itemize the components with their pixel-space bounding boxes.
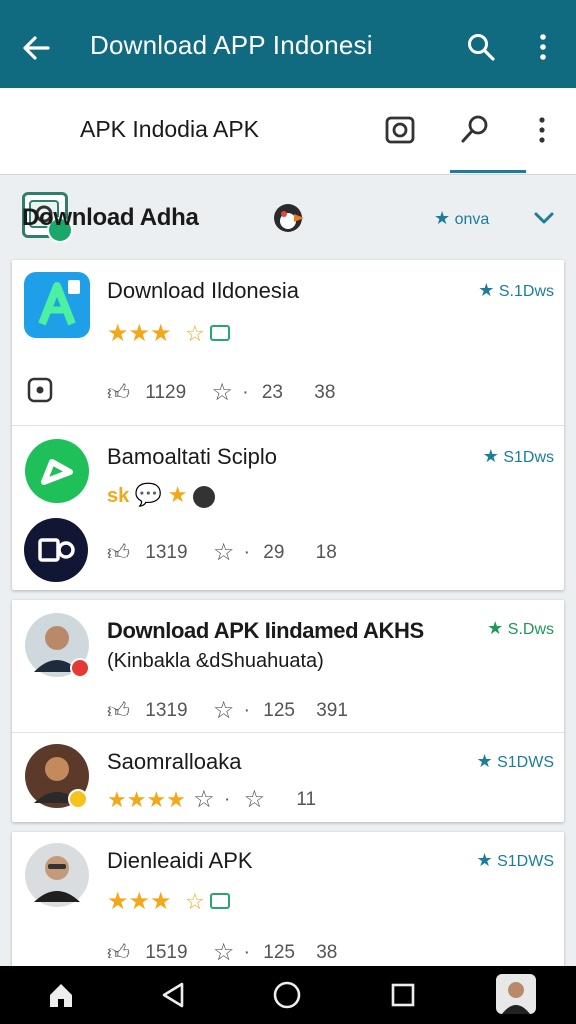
svg-text:★★★: ★★★ <box>107 320 172 346</box>
item-stats: 👍︎ 1319 ☆ · 29 18 <box>107 538 337 567</box>
avatar <box>193 485 216 508</box>
search-icon[interactable] <box>466 32 496 62</box>
avatar <box>25 843 89 907</box>
back-triangle-icon[interactable] <box>158 980 188 1010</box>
active-tab-indicator <box>450 170 526 173</box>
star-outline-icon[interactable]: ☆ <box>211 378 233 407</box>
list-item[interactable]: Download Ildonesia ★ S.1Dws ★★★ ☆ 👍︎ 112… <box>12 260 564 425</box>
filter-chip[interactable]: ★ onva <box>434 208 489 229</box>
rating-stars: ★★★ ☆ <box>107 888 230 914</box>
home-icon[interactable] <box>46 980 76 1010</box>
star-icon: ★ <box>482 446 499 466</box>
item-title: Dienleaidi APK <box>107 848 253 873</box>
item-stats: 👍︎ 1519 ☆ · 125 38 <box>107 938 338 967</box>
downloads-badge: ★ S.1Dws <box>478 280 554 300</box>
system-nav-bar <box>0 966 576 1024</box>
rating-row: sk 💬 ★ <box>107 482 216 508</box>
svg-text:★★★: ★★★ <box>107 888 172 914</box>
thumbs-up-icon[interactable]: 👍︎ <box>107 697 130 724</box>
star-icon: ★ <box>487 618 504 638</box>
list-item[interactable]: Saomralloaka ★ S1DWS ★★★★ ☆ · ☆ 11 <box>12 733 564 822</box>
star-icon: ★ <box>434 208 451 228</box>
camera-icon[interactable] <box>384 114 416 146</box>
rating-stars: ★★★ ☆ <box>107 320 230 346</box>
filter-label: onva <box>454 211 490 228</box>
item-title: Download Ildonesia <box>107 278 300 303</box>
circle-home-icon[interactable] <box>272 980 302 1010</box>
app-bar: Download APP Indonesi <box>0 0 576 88</box>
search-icon[interactable] <box>458 112 492 146</box>
sub-title: APK Indodia APK <box>80 116 260 142</box>
item-stats: 👍︎ 1129 ☆ · 23 38 <box>107 378 336 407</box>
svg-text:☆: ☆ <box>185 890 205 914</box>
item-subtitle: (Kinbakla &dShuahuata) <box>107 650 324 672</box>
downloads-badge: ★ S1Dws <box>482 446 554 466</box>
thumbs-up-icon[interactable]: 👍︎ <box>107 539 130 566</box>
list-item[interactable]: Bamoaltati Sciplo ★ S1Dws sk 💬 ★ 👍︎ 1319… <box>12 426 564 590</box>
app-card: Dienleaidi APK ★ S1DWS ★★★ ☆ 👍︎ 1519 ☆ ·… <box>12 832 564 972</box>
sub-toolbar: APK Indodia APK <box>0 88 576 243</box>
avatar[interactable] <box>496 974 536 1014</box>
star-outline-icon[interactable]: ☆ <box>193 785 215 814</box>
star-outline-icon[interactable]: ☆ <box>213 538 235 567</box>
app-icon <box>24 272 90 338</box>
downloads-badge: ★ S1DWS <box>476 850 555 870</box>
star-icon: ★ <box>478 280 495 300</box>
app-card: Download APK Iindamed AKHS (Kinbakla &dS… <box>12 600 564 822</box>
app-title: Download APP Indonesi <box>90 30 373 60</box>
chevron-down-icon[interactable] <box>530 204 558 232</box>
list-item[interactable]: Download APK Iindamed AKHS (Kinbakla &dS… <box>12 600 564 732</box>
rating-stars: ★★★★ <box>107 786 186 812</box>
rating-row: ★★★★ ☆ · ☆ 11 <box>107 785 317 814</box>
downloads-badge: ★ S1DWS <box>476 751 555 771</box>
chat-icon: 💬 <box>134 482 163 507</box>
downloads-badge: ★ S.Dws <box>487 618 554 638</box>
more-vert-icon[interactable] <box>532 114 552 146</box>
section-heading: Download Adha <box>22 204 199 231</box>
item-title: Bamoaltati Sciplo <box>107 444 277 469</box>
star-icon: ★ <box>476 751 493 771</box>
section-header: Download Adha ★ onva <box>0 176 576 258</box>
back-arrow-icon[interactable] <box>18 30 54 66</box>
avatar <box>25 613 90 678</box>
camera-small-icon[interactable] <box>26 376 54 404</box>
star-outline-icon[interactable]: ☆ <box>213 938 235 967</box>
star-icon: ★ <box>476 850 493 870</box>
star-outline-icon[interactable]: ☆ <box>244 785 266 814</box>
item-title: Download APK Iindamed AKHS <box>107 618 424 643</box>
thumbs-up-icon[interactable]: 👍︎ <box>107 939 130 966</box>
mascot-icon <box>274 204 304 232</box>
star-outline-icon[interactable]: ☆ <box>213 696 235 725</box>
brand-icon <box>24 518 88 582</box>
more-vert-icon[interactable] <box>532 32 554 62</box>
thumbs-up-icon[interactable]: 👍︎ <box>107 379 130 406</box>
avatar <box>25 744 89 809</box>
app-icon <box>25 439 89 503</box>
list-item[interactable]: Dienleaidi APK ★ S1DWS ★★★ ☆ 👍︎ 1519 ☆ ·… <box>12 832 564 972</box>
item-stats: 👍︎ 1319 ☆ · 125 391 <box>107 696 348 725</box>
item-title: Saomralloaka <box>107 749 242 774</box>
square-recents-icon[interactable] <box>388 980 418 1010</box>
svg-text:☆: ☆ <box>185 322 205 346</box>
app-card: Download Ildonesia ★ S.1Dws ★★★ ☆ 👍︎ 112… <box>12 260 564 590</box>
